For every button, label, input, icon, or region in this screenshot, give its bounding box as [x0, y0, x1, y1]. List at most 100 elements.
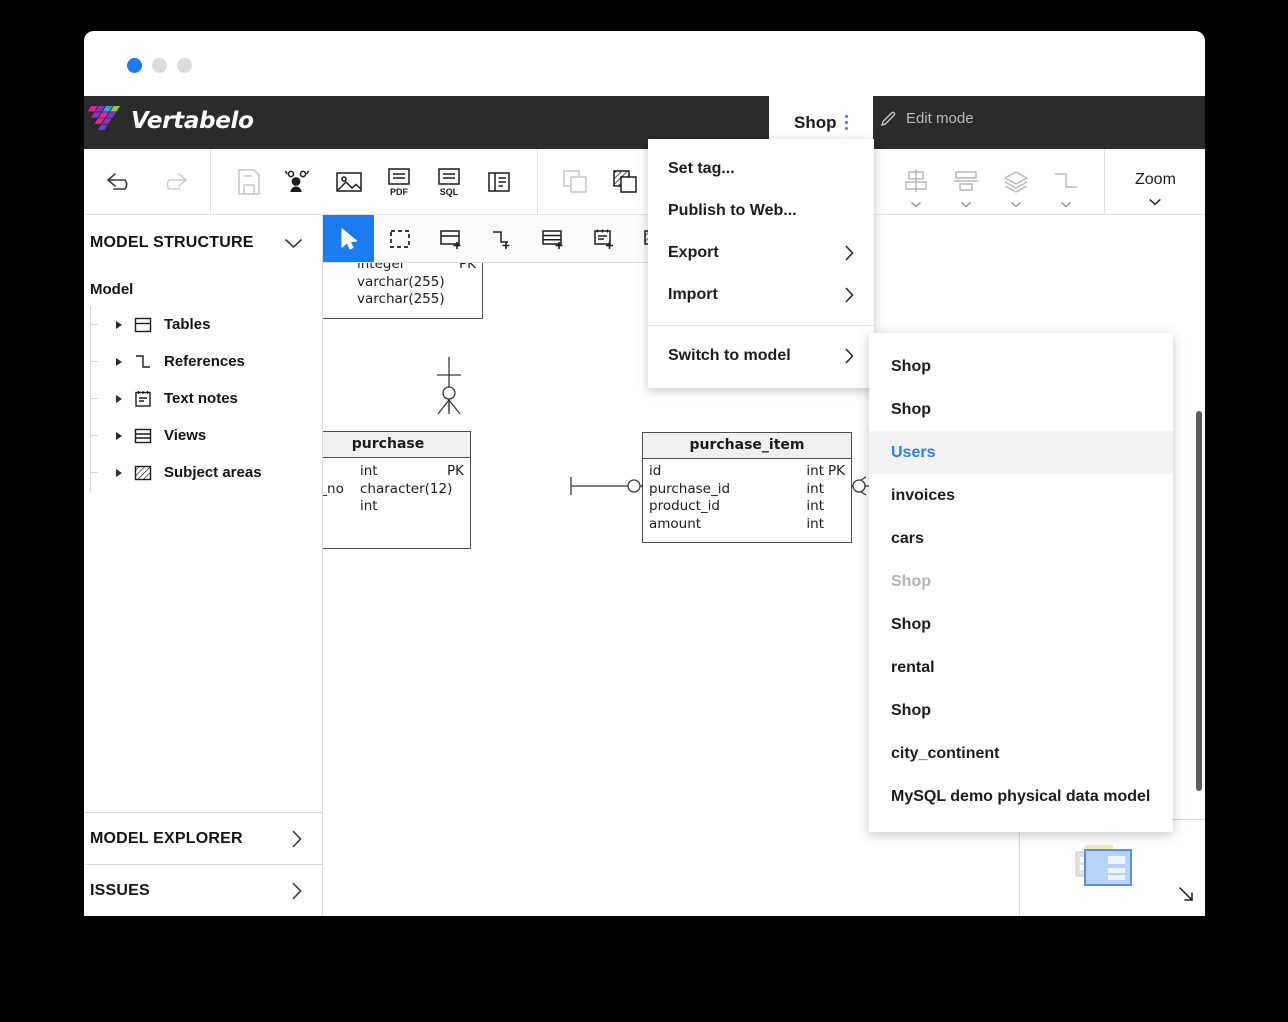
model-structure-tree: Tables References Text notes Views Subje… [84, 306, 322, 491]
kebab-menu-icon[interactable] [843, 114, 848, 131]
window-controls[interactable] [127, 58, 192, 73]
zoom-label: Zoom [1135, 171, 1176, 188]
er-column: amount int [649, 515, 824, 532]
submenu-item[interactable]: Shop [869, 603, 1173, 646]
er-column: id int PK [649, 463, 845, 479]
triangle-right-icon[interactable] [116, 468, 122, 477]
menu-separator [648, 325, 874, 326]
align-vertical-icon[interactable] [941, 150, 991, 214]
submenu-item[interactable]: rental [869, 646, 1173, 689]
menu-item-set-tag[interactable]: Set tag... [648, 148, 874, 190]
window-close-button[interactable] [127, 58, 142, 73]
er-column: int PK [360, 463, 464, 479]
menu-item-import[interactable]: Import [648, 274, 874, 316]
subject-area-icon[interactable] [601, 150, 651, 214]
app-header: Vertabelo Shop Edit mode [84, 96, 1205, 149]
submenu-item-selected[interactable]: Users [869, 431, 1173, 474]
screen-root: Vertabelo Shop Edit mode PDF SQL Zoom MO… [0, 0, 1288, 1022]
model-structure-header[interactable]: MODEL STRUCTURE [84, 215, 322, 271]
triangle-right-icon[interactable] [116, 431, 122, 440]
triangle-right-icon[interactable] [116, 394, 122, 403]
submenu-item-label: rental [891, 658, 935, 676]
submenu-item[interactable]: Shop [869, 345, 1173, 388]
documentation-icon[interactable] [474, 150, 524, 214]
submenu-item-label: MySQL demo physical data model [891, 787, 1151, 805]
reference-icon [132, 351, 154, 373]
sidebar-item-tables[interactable]: Tables [88, 306, 322, 343]
window-maximize-button[interactable] [177, 58, 192, 73]
er-table[interactable]: purchase_item id int PK purchase_id int pro… [642, 432, 852, 543]
add-reference-tool[interactable] [476, 215, 527, 262]
submenu-item-label: Shop [891, 572, 931, 590]
menu-item-label: Import [668, 286, 718, 303]
submenu-item[interactable]: city_continent [869, 732, 1173, 775]
submenu-item[interactable]: Shop [869, 388, 1173, 431]
window-titlebar [84, 31, 1205, 96]
menu-item-label: Publish to Web... [668, 202, 797, 219]
sidebar-item-label: Text notes [164, 390, 238, 407]
sidebar-item-text-notes[interactable]: Text notes [88, 380, 322, 417]
sidebar-item-label: References [164, 353, 245, 370]
line-style-icon[interactable] [1041, 150, 1091, 214]
redo-icon[interactable] [147, 150, 197, 214]
er-table-name: purchase_item [643, 433, 851, 459]
add-note-tool[interactable] [578, 215, 629, 262]
export-sql-icon[interactable]: SQL [424, 150, 474, 214]
model-tab-label: Shop [794, 112, 837, 132]
sidebar-item-label: Subject areas [164, 464, 262, 481]
submenu-item-label: cars [891, 529, 924, 547]
sidebar-item-subject-areas[interactable]: Subject areas [88, 454, 322, 491]
menu-item-label: Set tag... [668, 160, 735, 177]
select-tool[interactable] [323, 215, 374, 262]
export-pdf-icon[interactable]: PDF [374, 150, 424, 214]
menu-item-export[interactable]: Export [648, 232, 874, 274]
save-icon[interactable] [224, 150, 274, 214]
brand-name: Vertabelo [131, 108, 254, 134]
submenu-item[interactable]: cars [869, 517, 1173, 560]
submenu-item-disabled: Shop [869, 560, 1173, 603]
window-minimize-button[interactable] [152, 58, 167, 73]
submenu-item[interactable]: invoices [869, 474, 1173, 517]
note-icon [132, 388, 154, 410]
sidebar-item-views[interactable]: Views [88, 417, 322, 454]
resize-arrow-icon[interactable] [1176, 884, 1196, 909]
sidebar-section-title: MODEL EXPLORER [90, 829, 243, 847]
canvas-toolbar [323, 215, 683, 263]
submenu-item[interactable]: Shop [869, 689, 1173, 732]
minimap-panel[interactable] [1019, 819, 1205, 916]
export-image-icon[interactable] [324, 150, 374, 214]
vertabelo-diamond-logo-icon [88, 102, 122, 140]
duplicate-icon[interactable] [551, 150, 601, 214]
chevron-right-icon [292, 829, 302, 848]
zoom-control[interactable]: Zoom [1104, 149, 1205, 214]
sidebar-section-issues[interactable]: ISSUES [84, 864, 322, 916]
align-horizontal-icon[interactable] [891, 150, 941, 214]
svg-text:PDF: PDF [390, 187, 409, 197]
undo-icon[interactable] [97, 150, 147, 214]
share-users-icon[interactable] [274, 150, 324, 214]
table-icon [132, 314, 154, 336]
edit-mode-indicator[interactable]: Edit mode [880, 110, 974, 127]
er-column: int [360, 498, 378, 514]
chevron-right-icon [292, 881, 302, 900]
sidebar-item-label: Tables [164, 316, 211, 333]
triangle-right-icon[interactable] [116, 357, 122, 366]
subject-area-icon [132, 462, 154, 484]
model-root-label: Model [90, 281, 134, 298]
marquee-select-tool[interactable] [374, 215, 425, 262]
submenu-item[interactable]: MySQL demo physical data model [869, 775, 1173, 818]
svg-text:SQL: SQL [440, 187, 459, 197]
menu-item-publish-to-web[interactable]: Publish to Web... [648, 190, 874, 232]
er-table[interactable]: purchase intPK e_nocharacter(12) int [323, 431, 471, 549]
er-column: varchar(255) [357, 291, 445, 307]
add-view-tool[interactable] [527, 215, 578, 262]
sidebar-section-model-explorer[interactable]: MODEL EXPLORER [84, 812, 322, 864]
view-icon [132, 425, 154, 447]
add-table-tool[interactable] [425, 215, 476, 262]
vertical-scrollbar[interactable] [1196, 411, 1202, 791]
triangle-right-icon[interactable] [116, 320, 122, 329]
menu-item-switch-to-model[interactable]: Switch to model [648, 335, 874, 377]
layers-icon[interactable] [991, 150, 1041, 214]
sidebar-item-references[interactable]: References [88, 343, 322, 380]
submenu-item-label: Shop [891, 701, 931, 719]
